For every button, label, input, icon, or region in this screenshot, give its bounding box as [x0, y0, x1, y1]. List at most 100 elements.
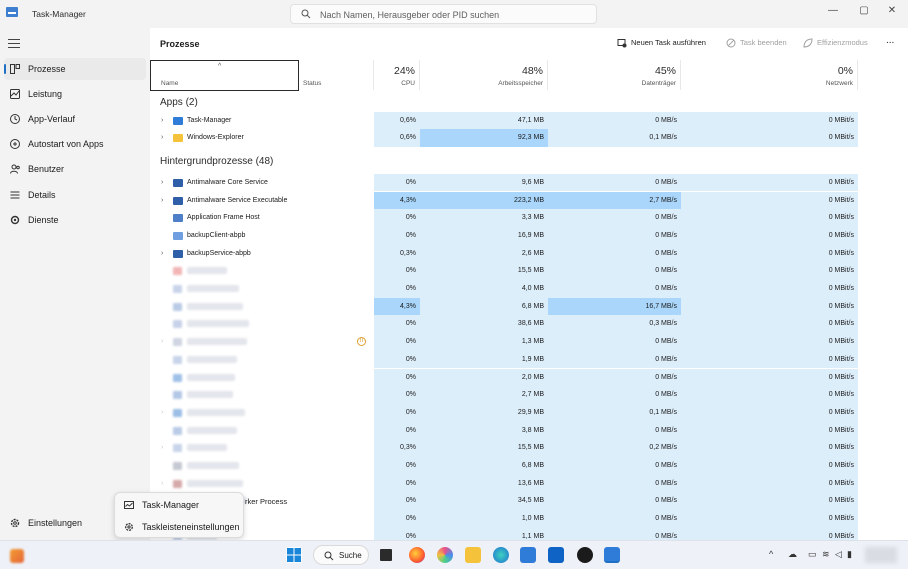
table-row[interactable]: Application Frame Host 0% 3,3 MB 0 MB/s 0 MB…	[150, 209, 858, 227]
taskbar-search-button[interactable]: Suche	[313, 545, 369, 565]
process-icon	[173, 249, 183, 258]
battery-icon[interactable]: ▮	[847, 549, 852, 560]
table-row[interactable]: › 0% 29,9 MB 0,1 MB/s 0 MBit/s	[150, 403, 858, 422]
efficiency-mode-button[interactable]: Effizienzmodus	[803, 38, 868, 50]
display-icon[interactable]: ▭	[808, 549, 817, 560]
table-row[interactable]: 0% 15,5 MB 0 MB/s 0 MBit/s	[150, 262, 858, 280]
expand-chevron-icon[interactable]: ›	[161, 174, 163, 192]
column-header-disk[interactable]: 45% Datenträger	[548, 60, 681, 90]
sidebar-item-services[interactable]: Dienste	[4, 209, 146, 231]
column-header-memory[interactable]: 48% Arbeitsspeicher	[420, 60, 548, 90]
group-header-background[interactable]: Hintergrundprozesse (48)	[150, 153, 858, 171]
file-explorer-icon[interactable]	[465, 547, 481, 563]
expand-chevron-icon[interactable]: ›	[161, 245, 163, 263]
start-button[interactable]	[286, 547, 302, 563]
sidebar-item-users[interactable]: Benutzer	[4, 158, 146, 180]
app-icon[interactable]	[577, 547, 593, 563]
table-row[interactable]: 0% 1,9 MB 0 MB/s 0 MBit/s	[150, 350, 858, 369]
table-row[interactable]: 4,3% 6,8 MB 16,7 MB/s 0 MBit/s	[150, 297, 858, 316]
details-icon	[10, 191, 20, 199]
sidebar-item-performance[interactable]: Leistung	[4, 83, 146, 105]
task-view-icon[interactable]	[380, 549, 392, 561]
close-button[interactable]: ✕	[879, 2, 905, 20]
clock[interactable]	[865, 547, 897, 563]
cell-net: 0 MBit/s	[681, 315, 858, 334]
column-header-network[interactable]: 0% Netzwerk	[681, 60, 858, 90]
table-row[interactable]: › II 0% 1,3 MB 0 MB/s 0 MBit/s	[150, 333, 858, 351]
more-options-button[interactable]: ...	[886, 35, 894, 47]
cell-cpu: 0,3%	[374, 439, 420, 457]
new-task-button[interactable]: Neuen Task ausführen	[617, 38, 706, 50]
cell-disk: 0 MB/s	[548, 262, 681, 280]
table-row[interactable]: › Antimalware Service Executable 4,3% 223,2…	[150, 191, 858, 210]
jump-list-item-taskbar-settings[interactable]: Taskleisteneinstellungen	[115, 516, 245, 538]
widgets-icon[interactable]	[10, 549, 24, 563]
cell-disk: 0,3 MB/s	[548, 315, 681, 334]
column-header-name[interactable]: ^ Name	[150, 60, 299, 91]
search-input[interactable]: Nach Namen, Herausgeber oder PID suchen	[290, 4, 597, 24]
expand-chevron-icon[interactable]: ›	[161, 192, 163, 210]
table-row[interactable]: › Antimalware Core Service 0% 9,6 MB 0 MB/s 0…	[150, 173, 858, 192]
edge-icon[interactable]	[493, 547, 509, 563]
table-row[interactable]: 0% 3,8 MB 0 MB/s 0 MBit/s	[150, 421, 858, 440]
expand-chevron-icon[interactable]: ›	[161, 439, 163, 457]
cell-disk: 0 MB/s	[548, 111, 681, 130]
volume-icon[interactable]: ◁	[835, 549, 842, 560]
cell-disk: 0 MB/s	[548, 280, 681, 298]
cell-disk: 0,2 MB/s	[548, 439, 681, 457]
table-row[interactable]: › 0% 13,6 MB 0 MB/s 0 MBit/s	[150, 474, 858, 493]
sidebar-item-app-history[interactable]: App-Verlauf	[4, 108, 146, 130]
process-name: Application Frame Host	[187, 214, 260, 222]
gear-icon	[10, 518, 20, 528]
table-row[interactable]: 0% 38,6 MB 0,3 MB/s 0 MBit/s	[150, 315, 858, 334]
table-row[interactable]: › backupService-abpb 0,3% 2,6 MB 0 MB/s 0 MBi…	[150, 244, 858, 263]
wifi-icon[interactable]: ≋	[822, 549, 830, 560]
table-row[interactable]: › Windows-Explorer 0,6% 92,3 MB 0,1 MB/s 0 MB…	[150, 129, 858, 148]
task-manager-taskbar-icon[interactable]	[604, 547, 620, 563]
sidebar-item-processes[interactable]: Prozesse	[4, 58, 146, 80]
table-row[interactable]: 0% 4,0 MB 0 MB/s 0 MBit/s	[150, 280, 858, 298]
expand-chevron-icon[interactable]: ›	[161, 475, 163, 493]
store-icon[interactable]	[520, 547, 536, 563]
cell-net: 0 MBit/s	[681, 226, 858, 245]
expand-chevron-icon[interactable]: ›	[161, 404, 163, 422]
expand-chevron-icon[interactable]: ›	[161, 112, 163, 130]
redacted-process-icon	[173, 320, 182, 329]
taskbar-jump-list: Task-Manager Taskleisteneinstellungen	[114, 492, 244, 538]
jump-list-item-task-manager[interactable]: Task-Manager	[115, 494, 245, 516]
table-row[interactable]: › Task-Manager 0,6% 47,1 MB 0 MB/s 0 MBit/s	[150, 111, 858, 130]
cell-mem: 29,9 MB	[420, 403, 548, 422]
redacted-process-icon	[173, 373, 182, 382]
table-row[interactable]: 0% 2,7 MB 0 MB/s 0 MBit/s	[150, 386, 858, 404]
cell-cpu: 0%	[374, 403, 420, 422]
vertical-scrollbar[interactable]	[888, 90, 894, 540]
table-row[interactable]: backupClient-abpb 0% 16,9 MB 0 MB/s 0 MBit/s	[150, 226, 858, 245]
toolbar: Prozesse Neuen Task ausführen Task beend…	[150, 28, 908, 60]
table-row[interactable]: 0% 2,0 MB 0 MB/s 0 MBit/s	[150, 368, 858, 387]
maximize-button[interactable]: ▢	[851, 2, 877, 20]
cell-cpu: 0,6%	[374, 129, 420, 148]
table-row[interactable]: › 0,3% 15,5 MB 0,2 MB/s 0 MBit/s	[150, 439, 858, 457]
process-name: backupClient-abpb	[187, 231, 246, 239]
cloud-icon[interactable]: ☁	[788, 549, 797, 560]
cell-cpu: 0%	[374, 421, 420, 440]
column-header-cpu[interactable]: 24% CPU	[374, 60, 420, 90]
firefox-icon[interactable]	[409, 547, 425, 563]
sidebar-item-startup-apps[interactable]: Autostart von Apps	[4, 133, 146, 155]
expand-chevron-icon[interactable]: ›	[161, 129, 163, 147]
cell-net: 0 MBit/s	[681, 191, 858, 210]
end-task-button[interactable]: Task beenden	[726, 38, 787, 50]
table-row[interactable]: 0% 6,8 MB 0 MB/s 0 MBit/s	[150, 457, 858, 475]
cell-net: 0 MBit/s	[681, 333, 858, 351]
photos-app-icon[interactable]	[437, 547, 453, 563]
sidebar-item-details[interactable]: Details	[4, 184, 146, 206]
column-header-status[interactable]: Status	[299, 60, 374, 90]
cell-disk: 0 MB/s	[548, 368, 681, 387]
expand-chevron-icon[interactable]: ›	[161, 333, 163, 351]
group-header-apps[interactable]: Apps (2)	[150, 94, 858, 112]
hamburger-menu-icon[interactable]	[8, 39, 20, 49]
table-row[interactable]: 0% 1,0 MB 0 MB/s 0 MBit/s	[150, 510, 858, 528]
outlook-icon[interactable]	[548, 547, 564, 563]
minimize-button[interactable]: —	[820, 2, 846, 20]
show-hidden-icons-icon[interactable]: ^	[769, 549, 773, 559]
